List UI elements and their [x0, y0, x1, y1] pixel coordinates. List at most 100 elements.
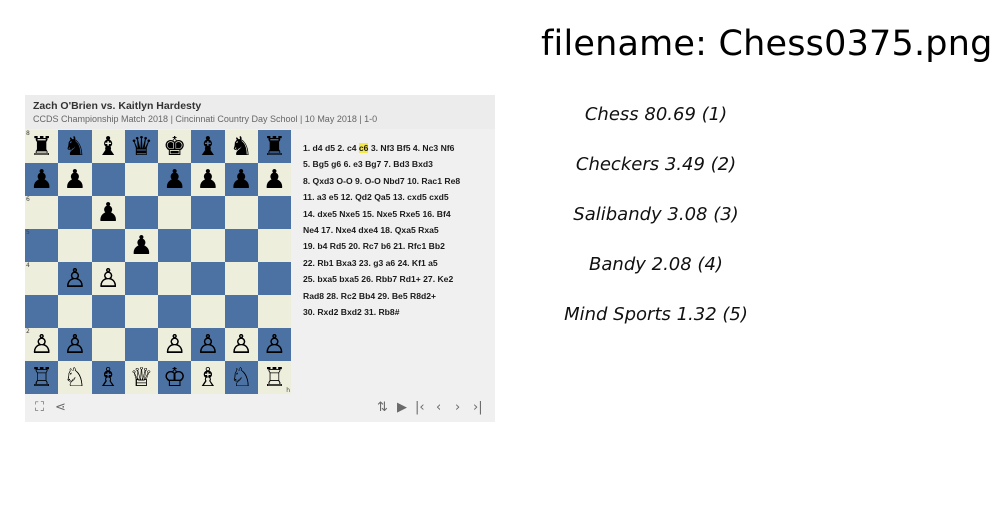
chess-piece[interactable]: ♘ — [229, 365, 252, 391]
move-line[interactable]: 11. a3 e5 12. Qd2 Qa5 13. cxd5 cxd5 — [303, 189, 491, 205]
chess-piece[interactable]: ♙ — [96, 266, 119, 292]
board-square[interactable] — [124, 262, 158, 295]
board-square[interactable]: ♙ — [58, 262, 92, 295]
play-icon[interactable]: ▶ — [397, 401, 407, 414]
chess-piece[interactable]: ♙ — [30, 332, 53, 358]
board-square[interactable]: ♔ — [158, 361, 192, 394]
chess-piece[interactable]: ♘ — [63, 365, 86, 391]
chess-piece[interactable]: ♔ — [163, 365, 186, 391]
board-square[interactable]: ♝ — [91, 130, 125, 163]
board-square[interactable] — [158, 295, 192, 328]
chess-piece[interactable]: ♗ — [196, 365, 219, 391]
board-square[interactable] — [224, 295, 258, 328]
chess-piece[interactable]: ♖ — [30, 365, 53, 391]
board-square[interactable] — [257, 196, 291, 229]
board-square[interactable] — [124, 295, 158, 328]
board-square[interactable]: ♙ — [191, 328, 225, 361]
chess-piece[interactable]: ♟ — [63, 167, 86, 193]
board-square[interactable] — [58, 229, 92, 262]
board-square[interactable]: ♗ — [191, 361, 225, 394]
move-line[interactable]: 22. Rb1 Bxa3 23. g3 a6 24. Kf1 a5 — [303, 255, 491, 271]
last-move-icon[interactable]: ›| — [473, 401, 483, 414]
board-square[interactable]: 2 ♙ — [25, 328, 59, 361]
move-line[interactable]: 5. Bg5 g6 6. e3 Bg7 7. Bd3 Bxd3 — [303, 156, 491, 172]
board-square[interactable]: 5 — [25, 229, 59, 262]
board-square[interactable]: ♙ — [91, 262, 125, 295]
board-square[interactable] — [124, 163, 158, 196]
board-square[interactable]: ♙ — [58, 328, 92, 361]
chess-piece[interactable]: ♟ — [263, 167, 286, 193]
board-square[interactable] — [191, 295, 225, 328]
move-line[interactable]: 8. Qxd3 O-O 9. O-O Nbd7 10. Rac1 Re8 — [303, 173, 491, 189]
board-square[interactable] — [257, 262, 291, 295]
board-square[interactable] — [58, 295, 92, 328]
chess-piece[interactable]: ♜ — [263, 134, 286, 160]
board-square[interactable]: 6 — [25, 196, 59, 229]
board-square[interactable]: 4 — [25, 262, 59, 295]
board-square[interactable] — [124, 196, 158, 229]
board-square[interactable]: ♘ — [58, 361, 92, 394]
share-icon[interactable]: ⋖ — [55, 401, 66, 414]
board-square[interactable] — [91, 163, 125, 196]
move-line[interactable]: Ne4 17. Nxe4 dxe4 18. Qxa5 Rxa5 — [303, 222, 491, 238]
chess-piece[interactable]: ♞ — [229, 134, 252, 160]
chess-piece[interactable]: ♖ — [263, 365, 286, 391]
previous-move-icon[interactable]: ‹ — [436, 401, 441, 414]
chess-piece[interactable]: ♕ — [130, 365, 153, 391]
board-square[interactable] — [191, 196, 225, 229]
board-square[interactable] — [257, 229, 291, 262]
board-square[interactable]: ♟ — [124, 229, 158, 262]
board-square[interactable] — [91, 328, 125, 361]
first-move-icon[interactable]: |‹ — [415, 401, 425, 414]
board-square[interactable]: ♘ — [224, 361, 258, 394]
board-square[interactable] — [91, 295, 125, 328]
chess-piece[interactable]: ♙ — [229, 332, 252, 358]
chess-piece[interactable]: ♟ — [130, 233, 153, 259]
board-square[interactable]: ♟ — [25, 163, 59, 196]
move-line[interactable]: 14. dxe5 Nxe5 15. Nxe5 Rxe5 16. Bf4 — [303, 206, 491, 222]
board-square[interactable] — [191, 262, 225, 295]
board-square[interactable]: ♕ — [124, 361, 158, 394]
chess-piece[interactable]: ♗ — [96, 365, 119, 391]
board-square[interactable]: ♟ — [58, 163, 92, 196]
board-square[interactable] — [224, 262, 258, 295]
board-square[interactable]: ♜ — [257, 130, 291, 163]
move-line[interactable]: Rad8 28. Rc2 Bb4 29. Be5 R8d2+ — [303, 288, 491, 304]
board-square[interactable] — [91, 229, 125, 262]
board-square[interactable]: ♙ — [224, 328, 258, 361]
move-text[interactable]: 3. Nf3 Bf5 4. Nc3 Nf6 — [368, 143, 455, 153]
board-square[interactable]: ♙ — [257, 328, 291, 361]
chess-piece[interactable]: ♟ — [96, 200, 119, 226]
board-square[interactable] — [158, 229, 192, 262]
move-text[interactable]: 1. d4 d5 2. c4 — [303, 143, 359, 153]
board-square[interactable] — [158, 262, 192, 295]
board-square[interactable]: ♙ — [158, 328, 192, 361]
move-line[interactable]: 19. b4 Rd5 20. Rc7 b6 21. Rfc1 Bb2 — [303, 238, 491, 254]
chess-piece[interactable]: ♙ — [263, 332, 286, 358]
board-square[interactable] — [191, 229, 225, 262]
board-square[interactable]: ♚ — [158, 130, 192, 163]
zoom-icon[interactable]: ⛶ — [35, 401, 44, 414]
move-line[interactable]: 30. Rxd2 Bxd2 31. Rb8# — [303, 304, 491, 320]
board-square[interactable]: ♟ — [158, 163, 192, 196]
board-square[interactable]: ♞ — [224, 130, 258, 163]
board-square[interactable] — [158, 196, 192, 229]
board-square[interactable] — [124, 328, 158, 361]
chess-piece[interactable]: ♙ — [63, 332, 86, 358]
board-square[interactable] — [224, 196, 258, 229]
flip-board-icon[interactable]: ⇅ — [377, 401, 388, 414]
board-square[interactable]: ♞ — [58, 130, 92, 163]
board-square[interactable]: ♝ — [191, 130, 225, 163]
chess-piece[interactable]: ♙ — [63, 266, 86, 292]
chess-piece[interactable]: ♟ — [196, 167, 219, 193]
board-square[interactable] — [58, 196, 92, 229]
chess-piece[interactable]: ♟ — [163, 167, 186, 193]
board-square[interactable]: ♟ — [224, 163, 258, 196]
chess-piece[interactable]: ♝ — [96, 134, 119, 160]
chess-piece[interactable]: ♟ — [229, 167, 252, 193]
board-square[interactable]: ♟ — [257, 163, 291, 196]
chess-board[interactable]: 8 ♜ ♞ ♝ ♛ ♚ ♝ ♞ ♜ ♟ ♟ ♟ ♟ ♟ ♟ 6 ♟ 5 ♟ 4 ♙ ♙ 2 ♙ ♙ ♙ ♙ ♙ ♙ ♖ ♘ ♗ ♕ ♔ ♗ ♘ h ♖ — [25, 130, 291, 394]
board-square[interactable]: ♛ — [124, 130, 158, 163]
board-square[interactable]: ♖ — [25, 361, 59, 394]
move-line[interactable]: 25. bxa5 bxa5 26. Rbb7 Rd1+ 27. Ke2 — [303, 271, 491, 287]
